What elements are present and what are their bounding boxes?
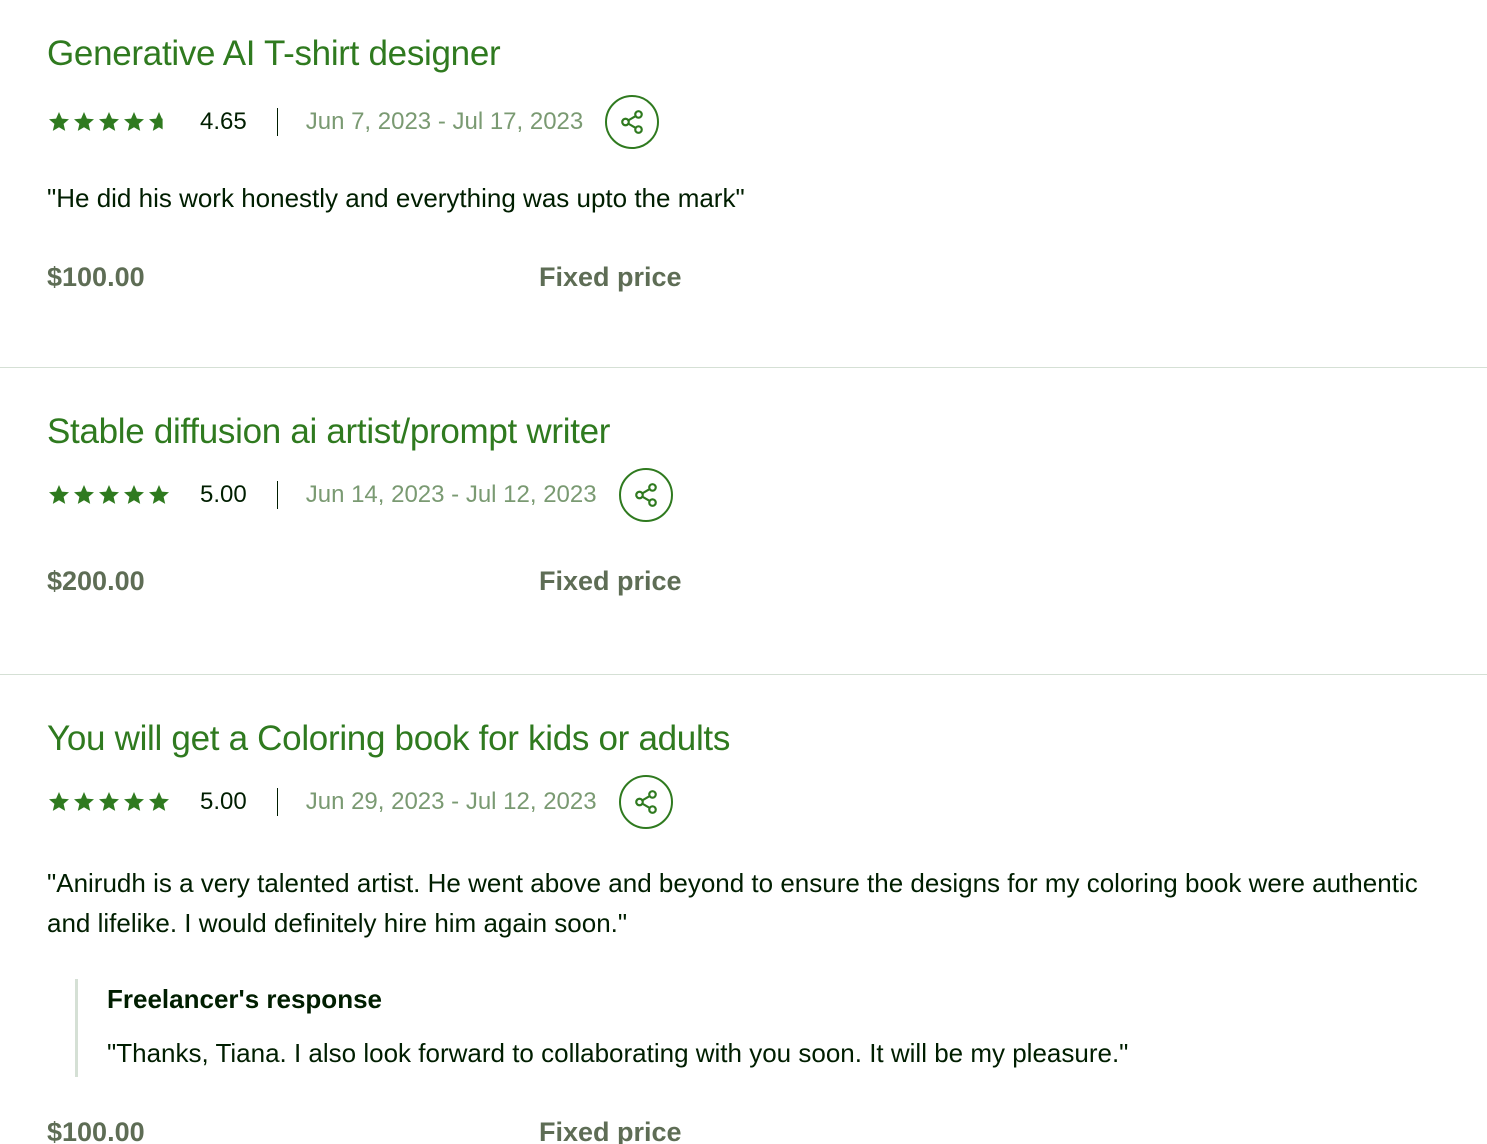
freelancer-response: Freelancer's response "Thanks, Tiana. I … <box>75 979 1487 1077</box>
star-icon <box>74 112 94 131</box>
client-feedback: "He did his work honestly and everything… <box>47 183 745 213</box>
share-icon <box>621 110 644 134</box>
star-icon <box>149 485 169 504</box>
job-meta: 4.65 Jun 7, 2023 - Jul 17, 2023 <box>47 93 1487 151</box>
response-title: Freelancer's response <box>107 984 382 1014</box>
price-type: Fixed price <box>539 262 682 292</box>
star-icon <box>124 485 144 504</box>
star-icon <box>99 485 119 504</box>
price-row: $200.00 Fixed price <box>47 566 1487 606</box>
star-icon <box>49 112 69 131</box>
job-dates: Jun 29, 2023 - Jul 12, 2023 <box>305 788 597 815</box>
star-icon <box>99 792 119 811</box>
separator <box>276 108 278 136</box>
separator <box>276 481 278 509</box>
star-icon <box>74 792 94 811</box>
share-button[interactable] <box>618 775 673 829</box>
job-title-link[interactable]: Generative AI T-shirt designer <box>47 32 1487 76</box>
star-icon <box>124 792 144 811</box>
job-dates: Jun 7, 2023 - Jul 17, 2023 <box>305 108 584 135</box>
job-title-link[interactable]: You will get a Coloring book for kids or… <box>47 717 1487 761</box>
separator <box>276 788 278 816</box>
price-row: $100.00 Fixed price <box>47 262 1487 302</box>
star-icon <box>124 112 144 131</box>
star-icon <box>149 792 169 811</box>
response-text: "Thanks, Tiana. I also look forward to c… <box>107 1038 1129 1068</box>
job-price: $100.00 <box>47 1117 145 1144</box>
price-type: Fixed price <box>539 566 682 596</box>
share-icon <box>634 790 657 814</box>
job-item: You will get a Coloring book for kids or… <box>0 675 1487 1144</box>
job-item: Stable diffusion ai artist/prompt writer… <box>0 368 1487 674</box>
job-dates: Jun 14, 2023 - Jul 12, 2023 <box>305 481 597 508</box>
rating-value: 5.00 <box>200 481 247 508</box>
price-type: Fixed price <box>539 1117 682 1144</box>
job-price: $100.00 <box>47 262 145 292</box>
share-button[interactable] <box>618 468 673 522</box>
price-row: $100.00 Fixed price <box>47 1117 1487 1144</box>
star-rating <box>47 483 172 507</box>
job-price: $200.00 <box>47 566 145 596</box>
star-icon <box>74 485 94 504</box>
job-meta: 5.00 Jun 14, 2023 - Jul 12, 2023 <box>47 466 1487 524</box>
job-item: Generative AI T-shirt designer 4.65 Jun … <box>0 0 1487 367</box>
star-rating <box>47 110 172 134</box>
rating-value: 5.00 <box>200 788 247 815</box>
star-icon <box>49 792 69 811</box>
star-rating <box>47 790 172 814</box>
share-button[interactable] <box>605 95 660 149</box>
star-icon <box>99 112 119 131</box>
job-meta: 5.00 Jun 29, 2023 - Jul 12, 2023 <box>47 773 1487 831</box>
rating-value: 4.65 <box>200 108 247 135</box>
share-icon <box>634 483 657 507</box>
star-icon <box>149 112 163 131</box>
star-icon <box>49 485 69 504</box>
job-title-link[interactable]: Stable diffusion ai artist/prompt writer <box>47 410 1487 454</box>
client-feedback: "Anirudh is a very talented artist. He w… <box>47 868 1418 938</box>
